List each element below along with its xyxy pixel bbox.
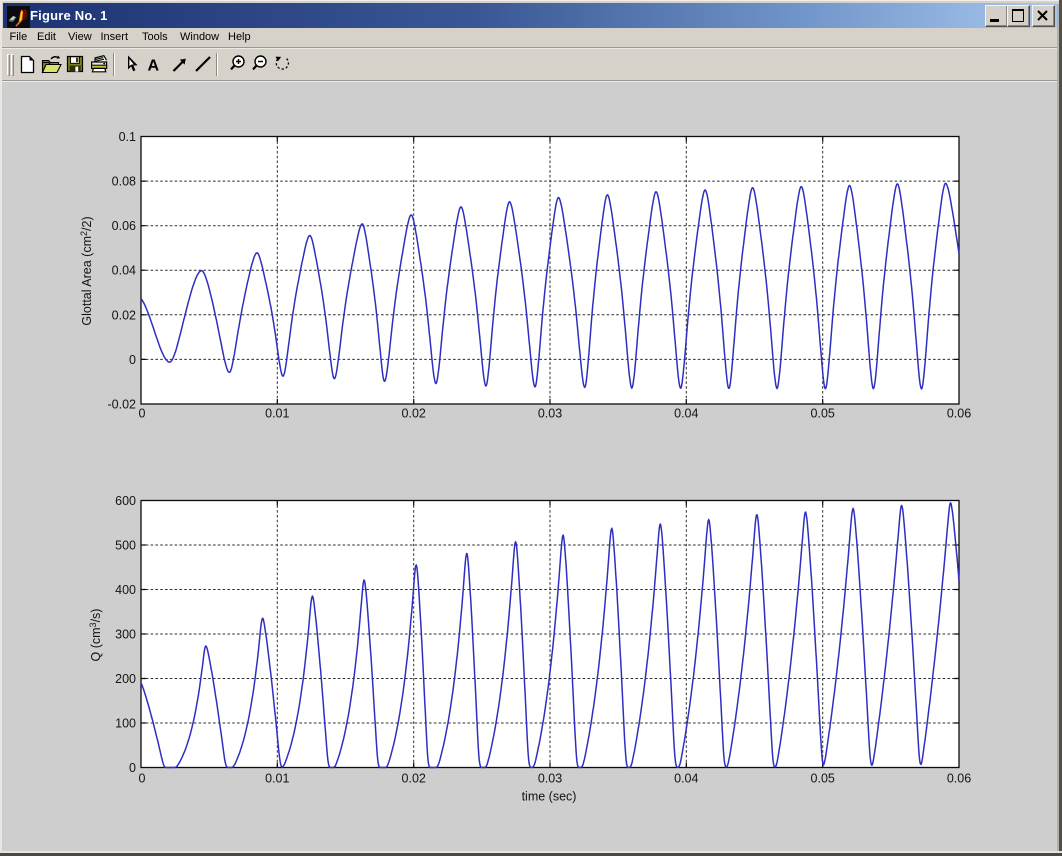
svg-text:0.04: 0.04 [674,407,698,421]
svg-text:Glottal Area (cm2/2): Glottal Area (cm2/2) [79,216,94,325]
svg-text:0.01: 0.01 [265,772,289,786]
svg-text:0.05: 0.05 [811,772,835,786]
svg-text:0.04: 0.04 [112,264,136,278]
svg-text:0: 0 [129,761,136,775]
svg-text:500: 500 [115,539,136,553]
svg-text:time (sec): time (sec) [522,790,577,804]
svg-text:200: 200 [115,672,136,686]
svg-text:0.02: 0.02 [402,407,426,421]
svg-text:600: 600 [115,494,136,508]
svg-text:0.04: 0.04 [674,772,698,786]
svg-text:300: 300 [115,628,136,642]
svg-text:0.03: 0.03 [538,407,562,421]
svg-text:0: 0 [139,407,146,421]
svg-text:0.06: 0.06 [112,219,136,233]
svg-text:0.01: 0.01 [265,407,289,421]
svg-text:-0.02: -0.02 [108,398,137,412]
svg-text:400: 400 [115,583,136,597]
svg-text:Q (cm3/s): Q (cm3/s) [88,609,103,662]
svg-text:0: 0 [129,353,136,367]
svg-text:0.03: 0.03 [538,772,562,786]
svg-text:0.02: 0.02 [112,308,136,322]
svg-text:100: 100 [115,717,136,731]
svg-text:0.06: 0.06 [947,407,971,421]
svg-text:0.1: 0.1 [119,130,136,144]
svg-text:0.06: 0.06 [947,772,971,786]
svg-text:0.08: 0.08 [112,175,136,189]
svg-text:0.02: 0.02 [402,772,426,786]
svg-text:0: 0 [139,772,146,786]
svg-text:0.05: 0.05 [811,407,835,421]
